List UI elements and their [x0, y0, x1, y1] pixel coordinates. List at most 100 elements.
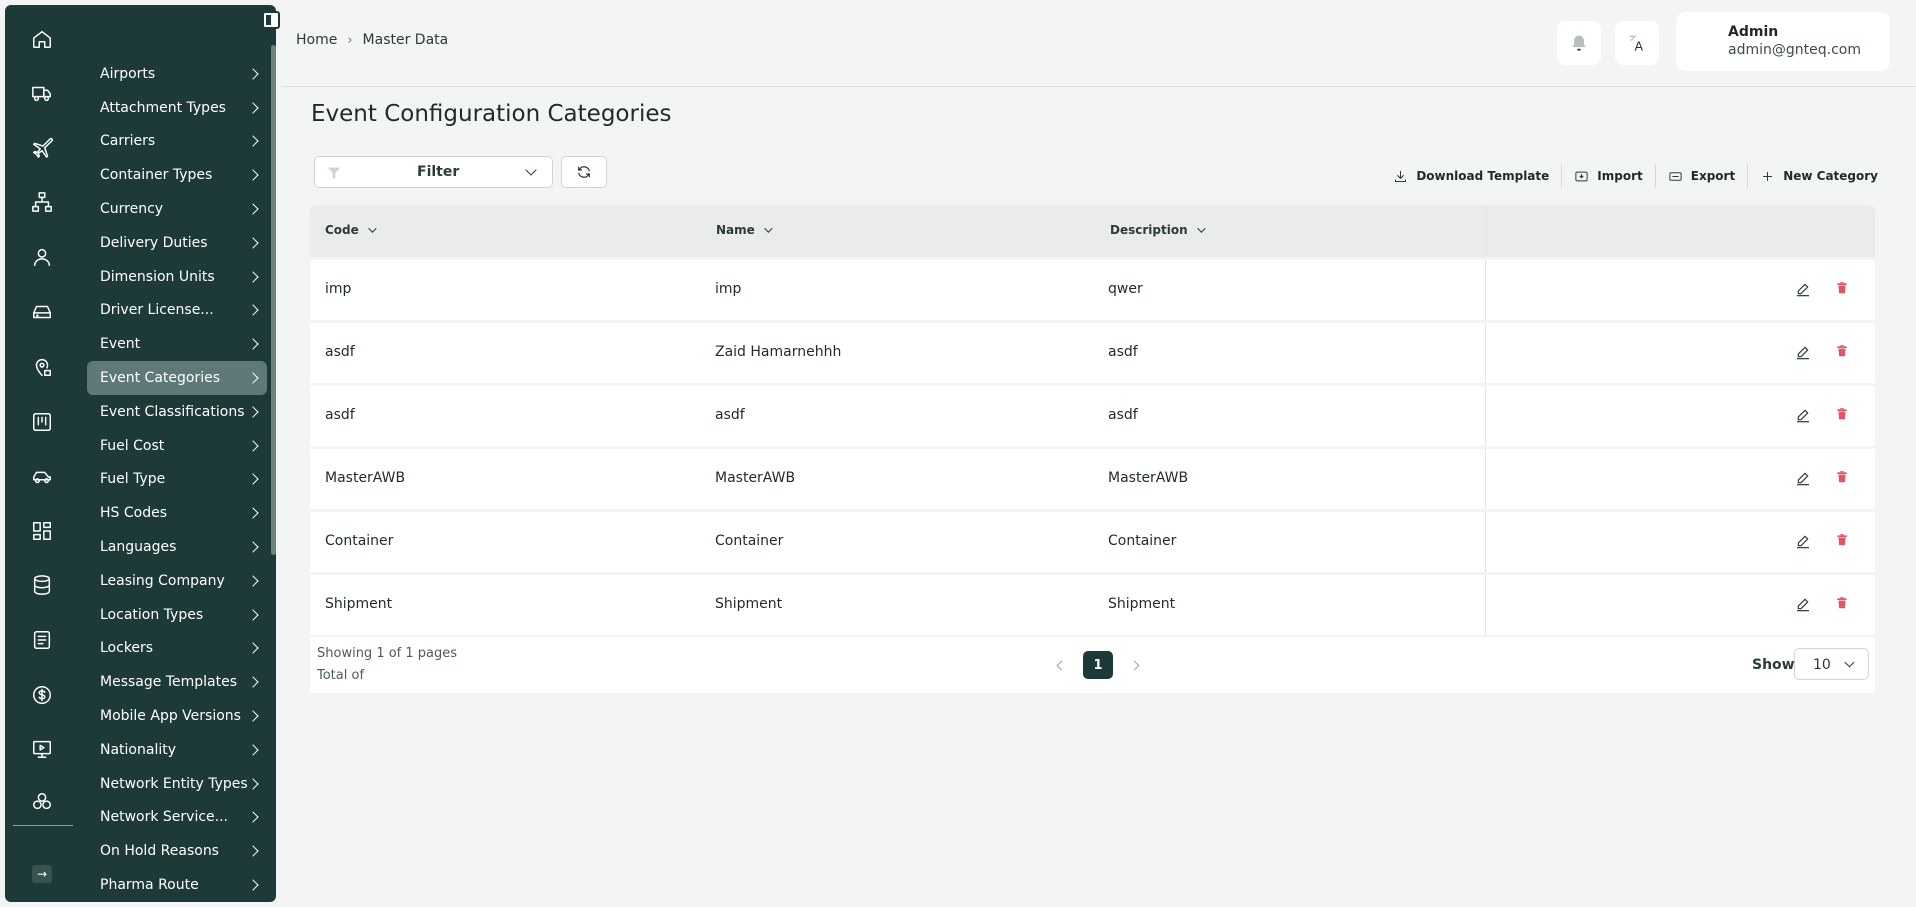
sidebar-item[interactable]: Delivery Duties [87, 226, 267, 260]
chevron-right-icon [247, 237, 259, 249]
table-row[interactable]: Container Container Container [310, 512, 1875, 572]
cell-name: asdf [715, 407, 745, 423]
csv-icon [1669, 171, 1682, 181]
user-card[interactable]: Admin admin@gnteq.com [1676, 12, 1890, 71]
showing-pages-text: Showing 1 of 1 pages [317, 646, 458, 661]
board-icon[interactable] [30, 410, 54, 434]
sidebar-item[interactable]: HS Codes [87, 496, 267, 530]
sidebar-item[interactable]: Driver License... [87, 294, 267, 328]
column-header-name[interactable]: Name [716, 223, 773, 237]
chevron-right-icon [247, 777, 259, 790]
import-button[interactable]: Import [1562, 164, 1656, 188]
document-icon[interactable] [30, 628, 54, 652]
edit-icon[interactable] [1795, 596, 1811, 616]
sidebar-item[interactable]: Network Service... [87, 801, 267, 835]
delete-icon[interactable] [1835, 406, 1849, 426]
table-row[interactable]: imp imp qwer [310, 260, 1875, 320]
sidebar-item[interactable]: Pharma Route [87, 868, 267, 902]
delete-icon[interactable] [1835, 532, 1849, 552]
dollar-icon[interactable] [30, 683, 54, 707]
sidebar-item[interactable]: Fuel Type [87, 463, 267, 497]
sidebar-item[interactable]: Carriers [87, 125, 267, 159]
delete-icon[interactable] [1835, 595, 1849, 615]
sidebar-item[interactable]: Network Entity Types [87, 767, 267, 801]
sidebar-item[interactable]: Container Types [87, 158, 267, 192]
sidebar-item[interactable]: Mobile App Versions [87, 699, 267, 733]
table-actions: Download Template Import Export New Cate… [1381, 164, 1878, 188]
sidebar-item[interactable]: Attachment Types [87, 91, 267, 125]
edit-icon[interactable] [1795, 533, 1811, 553]
delete-icon[interactable] [1835, 469, 1849, 489]
sidebar-item[interactable]: Leasing Company [87, 564, 267, 598]
modules-icon[interactable] [30, 790, 54, 814]
page-size-value: 10 [1813, 657, 1831, 673]
cell-code: asdf [325, 407, 355, 423]
edit-icon[interactable] [1795, 281, 1811, 301]
sidebar-item-label: Message Templates [100, 674, 237, 691]
column-header-code[interactable]: Code [325, 223, 377, 237]
sidebar-item[interactable]: Message Templates [87, 665, 267, 699]
export-button[interactable]: Export [1656, 164, 1749, 188]
sidebar-collapse-icon[interactable] [262, 11, 280, 29]
new-category-button[interactable]: New Category [1748, 164, 1878, 188]
car-icon[interactable] [30, 465, 54, 489]
home-icon[interactable] [30, 27, 54, 51]
filter-dropdown[interactable]: Filter [314, 156, 553, 188]
sidebar-item-label: Network Entity Types [100, 775, 248, 792]
user-name: Admin [1728, 24, 1779, 40]
sidebar-item[interactable]: Dimension Units [87, 260, 267, 294]
sidebar-item[interactable]: Location Types [87, 598, 267, 632]
next-page-icon[interactable] [1129, 660, 1140, 670]
sidebar-item[interactable]: Currency [87, 192, 267, 226]
sidebar-item-label: Network Service... [100, 809, 228, 826]
drive-icon[interactable] [30, 300, 54, 324]
plane-icon[interactable] [30, 135, 54, 159]
download-template-button[interactable]: Download Template [1381, 164, 1563, 188]
sidebar-item[interactable]: Lockers [87, 632, 267, 666]
truck-icon[interactable] [30, 81, 54, 105]
sidebar-item-label: Driver License... [100, 302, 214, 319]
table-row[interactable]: Shipment Shipment Shipment [310, 575, 1875, 635]
grid-icon[interactable] [30, 519, 54, 543]
previous-page-icon[interactable] [1056, 660, 1067, 670]
sidebar-item[interactable]: Event Categories [87, 361, 267, 395]
sidebar-item[interactable]: Airports [87, 57, 267, 91]
edit-icon[interactable] [1795, 344, 1811, 364]
sidebar-item[interactable]: Languages [87, 530, 267, 564]
sidebar-item[interactable]: Event [87, 327, 267, 361]
sidebar-item-label: Delivery Duties [100, 234, 208, 251]
logout-icon[interactable]: → [32, 865, 52, 883]
cell-description: Container [1108, 533, 1177, 549]
hierarchy-icon[interactable] [30, 190, 54, 214]
language-icon[interactable]: A [1615, 21, 1659, 65]
page-button-current[interactable]: 1 [1083, 651, 1113, 679]
sidebar-item[interactable]: On Hold Reasons [87, 834, 267, 868]
user-icon[interactable] [30, 245, 54, 269]
chevron-right-icon [247, 575, 259, 587]
sidebar-item[interactable]: Fuel Cost [87, 429, 267, 463]
page-title: Event Configuration Categories [311, 101, 672, 127]
location-icon[interactable] [30, 355, 54, 379]
monitor-icon[interactable] [30, 737, 54, 761]
sidebar-item[interactable]: Nationality [87, 733, 267, 767]
funnel-icon [326, 165, 342, 185]
refresh-button[interactable] [561, 156, 607, 188]
sidebar-item-label: Fuel Type [100, 471, 166, 488]
page-size-select[interactable]: 10 [1794, 648, 1869, 680]
database-icon[interactable] [30, 573, 54, 597]
table-row[interactable]: asdf asdf asdf [310, 386, 1875, 446]
delete-icon[interactable] [1835, 343, 1849, 363]
notification-bell-icon[interactable] [1557, 21, 1601, 65]
import-icon [1575, 171, 1588, 181]
table-row[interactable]: asdf Zaid Hamarnehhh asdf [310, 323, 1875, 383]
breadcrumb-home[interactable]: Home [296, 32, 337, 48]
delete-icon[interactable] [1835, 280, 1849, 300]
pagination: 1 [1056, 651, 1140, 679]
cell-name: Container [715, 533, 784, 549]
table-row[interactable]: MasterAWB MasterAWB MasterAWB [310, 449, 1875, 509]
sidebar-scrollbar[interactable] [271, 45, 276, 555]
column-header-description[interactable]: Description [1110, 223, 1206, 237]
edit-icon[interactable] [1795, 407, 1811, 427]
edit-icon[interactable] [1795, 470, 1811, 490]
sidebar-item[interactable]: Event Classifications [87, 395, 267, 429]
